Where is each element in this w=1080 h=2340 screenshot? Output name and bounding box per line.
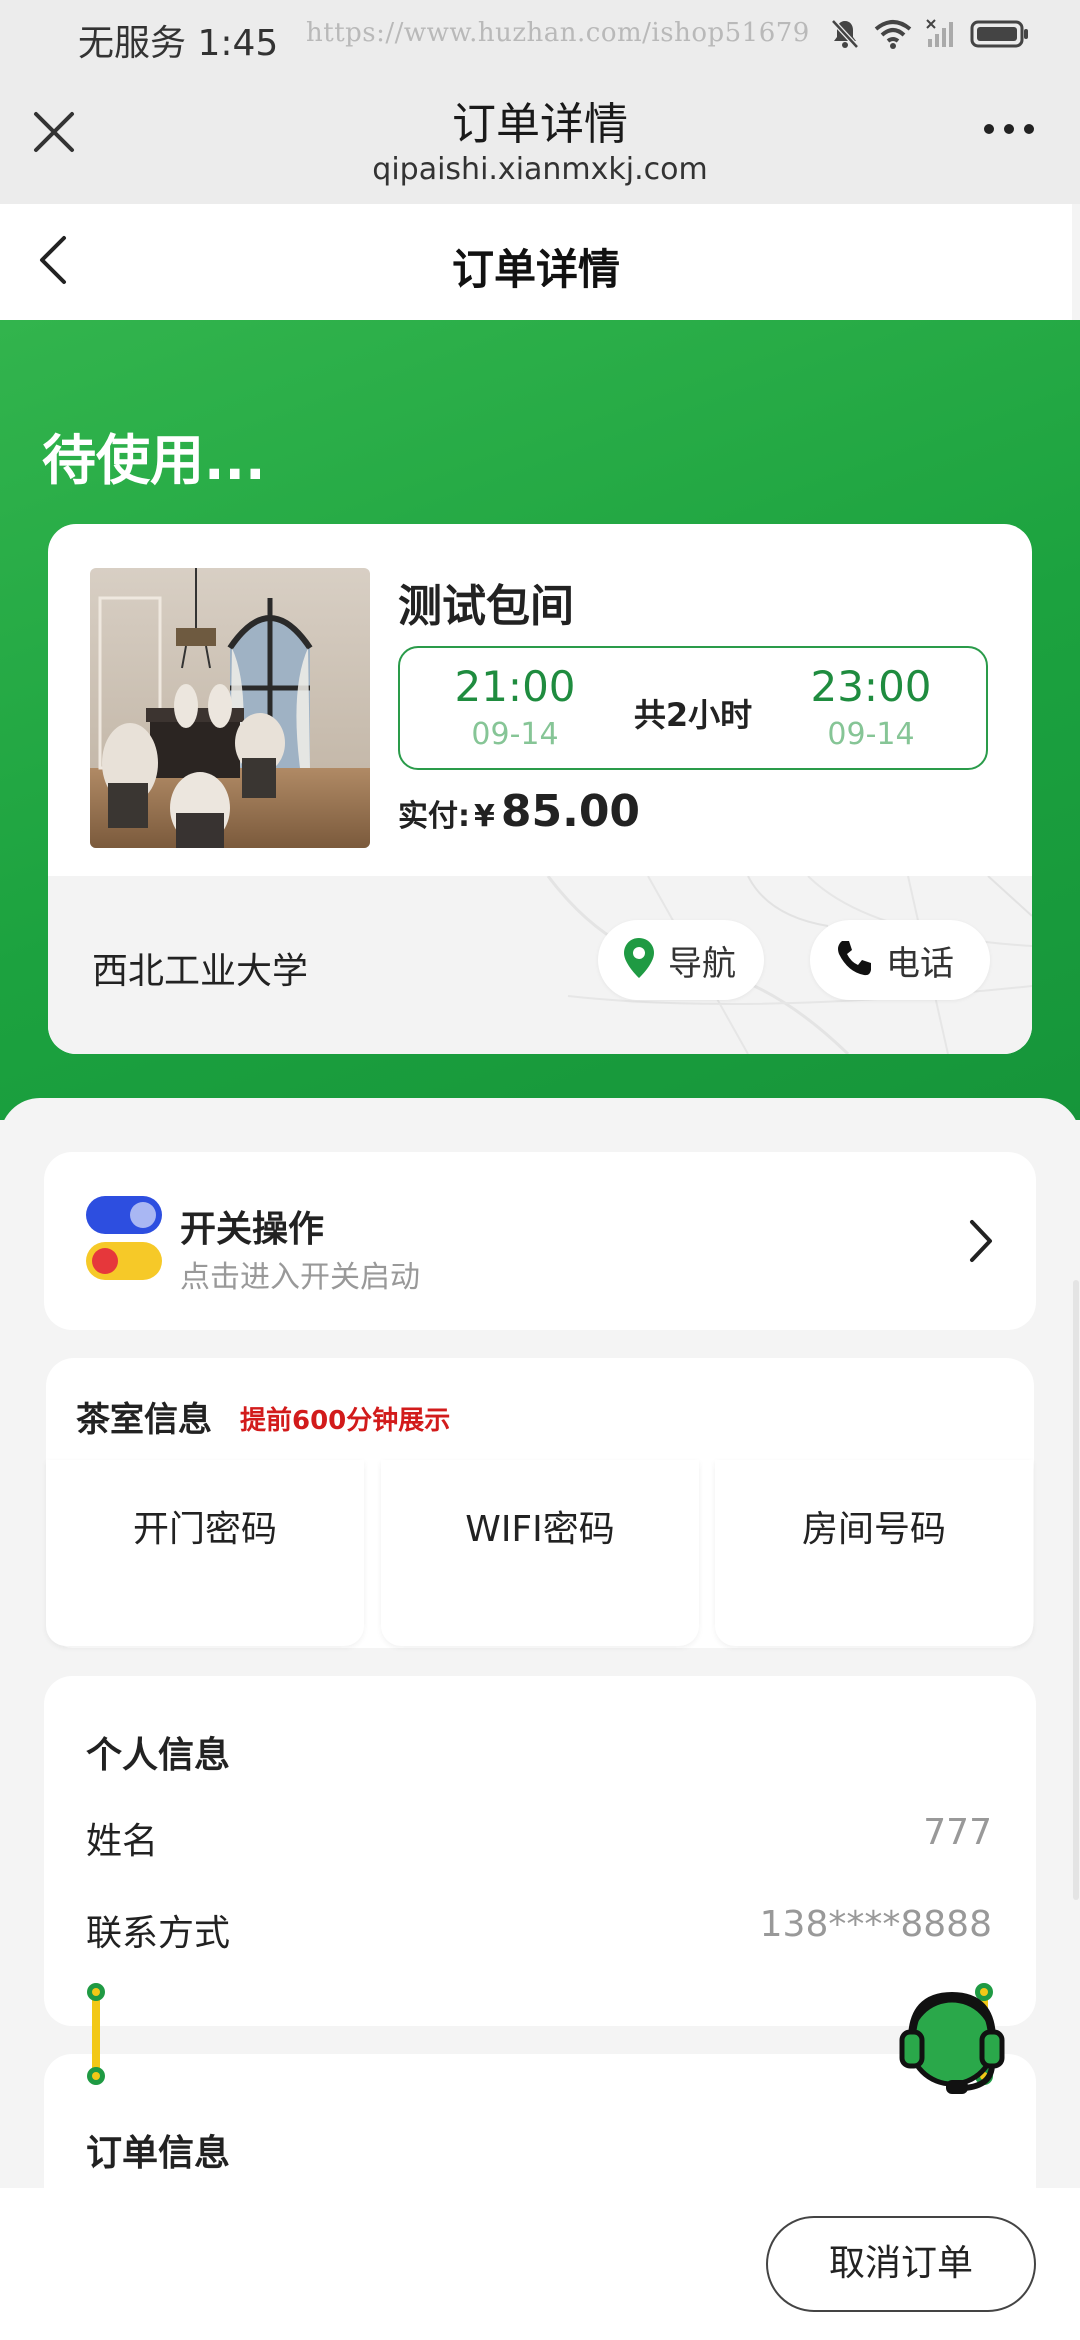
order-status-text: 待使用... bbox=[42, 429, 266, 492]
room-number-cell[interactable]: 房间号码 bbox=[715, 1460, 1033, 1646]
status-bar: 无服务 1:45 https://www.huzhan.com/ishop516… bbox=[0, 0, 1080, 72]
end-time: 23:00 bbox=[810, 662, 932, 711]
switch-control-card[interactable]: 开关操作 点击进入开关启动 bbox=[44, 1152, 1036, 1330]
phone-icon bbox=[834, 938, 874, 982]
status-carrier-time: 无服务 1:45 bbox=[78, 23, 279, 64]
contact-value: 138****8888 bbox=[759, 1904, 992, 1945]
currency-symbol: ¥ bbox=[474, 799, 495, 834]
page-title: 订单详情 bbox=[451, 245, 620, 294]
name-value: 777 bbox=[923, 1812, 992, 1853]
wifi-password-label: WIFI密码 bbox=[465, 1509, 615, 1550]
location-pin-icon bbox=[622, 936, 656, 984]
page-header: 订单详情 bbox=[0, 204, 1072, 320]
tea-room-note: 提前600分钟展示 bbox=[240, 1406, 451, 1436]
navigate-label: 导航 bbox=[668, 943, 736, 984]
paid-amount: 85.00 bbox=[500, 786, 641, 837]
call-label: 电话 bbox=[886, 943, 954, 984]
bell-off-icon bbox=[830, 18, 860, 54]
personal-info-card: 个人信息 姓名 777 联系方式 138****8888 bbox=[44, 1676, 1036, 2026]
wifi-icon bbox=[874, 19, 912, 53]
watermark-text: https://www.huzhan.com/ishop51679 bbox=[306, 18, 810, 48]
switch-subtitle: 点击进入开关启动 bbox=[180, 1260, 420, 1295]
end-time-block: 23:00 09-14 bbox=[786, 662, 956, 752]
name-label: 姓名 bbox=[86, 1821, 159, 1862]
scrollbar bbox=[1073, 1280, 1079, 1900]
card-connector-left bbox=[86, 1982, 106, 2086]
cancel-order-button[interactable]: 取消订单 bbox=[766, 2216, 1036, 2312]
end-date: 09-14 bbox=[827, 717, 915, 752]
room-name: 测试包间 bbox=[398, 581, 574, 632]
signal-off-icon bbox=[926, 19, 956, 53]
browser-url: qipaishi.xianmxkj.com bbox=[372, 152, 708, 187]
call-button[interactable]: 电话 bbox=[810, 920, 990, 1000]
time-range-box: 21:00 09-14 共2小时 23:00 09-14 bbox=[398, 646, 988, 770]
browser-title: 订单详情 bbox=[452, 99, 628, 150]
customer-service-icon[interactable] bbox=[892, 1982, 1012, 2102]
wifi-password-cell[interactable]: WIFI密码 bbox=[381, 1460, 699, 1646]
store-bar: 西北工业大学 导航 电话 bbox=[48, 876, 1032, 1054]
store-name: 西北工业大学 bbox=[92, 951, 309, 992]
room-photo bbox=[90, 568, 370, 848]
room-card: 测试包间 21:00 09-14 共2小时 23:00 09-14 实付: ¥ … bbox=[48, 524, 1032, 1054]
switch-title: 开关操作 bbox=[180, 1209, 325, 1250]
tea-room-title: 茶室信息 bbox=[76, 1400, 212, 1440]
personal-info-title: 个人信息 bbox=[86, 1735, 231, 1776]
room-number-label: 房间号码 bbox=[801, 1509, 946, 1550]
paid-label: 实付: bbox=[398, 799, 470, 834]
navigate-button[interactable]: 导航 bbox=[598, 920, 764, 1000]
more-icon[interactable] bbox=[984, 124, 1034, 134]
battery-icon bbox=[970, 19, 1030, 53]
toggle-yellow-icon bbox=[86, 1242, 162, 1280]
order-info-title: 订单信息 bbox=[86, 2133, 231, 2174]
door-password-label: 开门密码 bbox=[132, 1509, 277, 1550]
browser-bar: 订单详情 qipaishi.xianmxkj.com bbox=[0, 72, 1080, 204]
toggle-blue-icon bbox=[86, 1196, 162, 1234]
tea-room-info-card: 茶室信息 提前600分钟展示 开门密码 WIFI密码 房间号码 bbox=[46, 1358, 1034, 1648]
bottom-action-bar: 取消订单 bbox=[0, 2188, 1080, 2340]
paid-price: 实付: ¥ 85.00 bbox=[398, 786, 640, 837]
chevron-right-icon bbox=[966, 1218, 996, 1264]
contact-label: 联系方式 bbox=[86, 1913, 231, 1954]
door-password-cell[interactable]: 开门密码 bbox=[46, 1460, 364, 1646]
status-icons bbox=[830, 18, 1030, 54]
